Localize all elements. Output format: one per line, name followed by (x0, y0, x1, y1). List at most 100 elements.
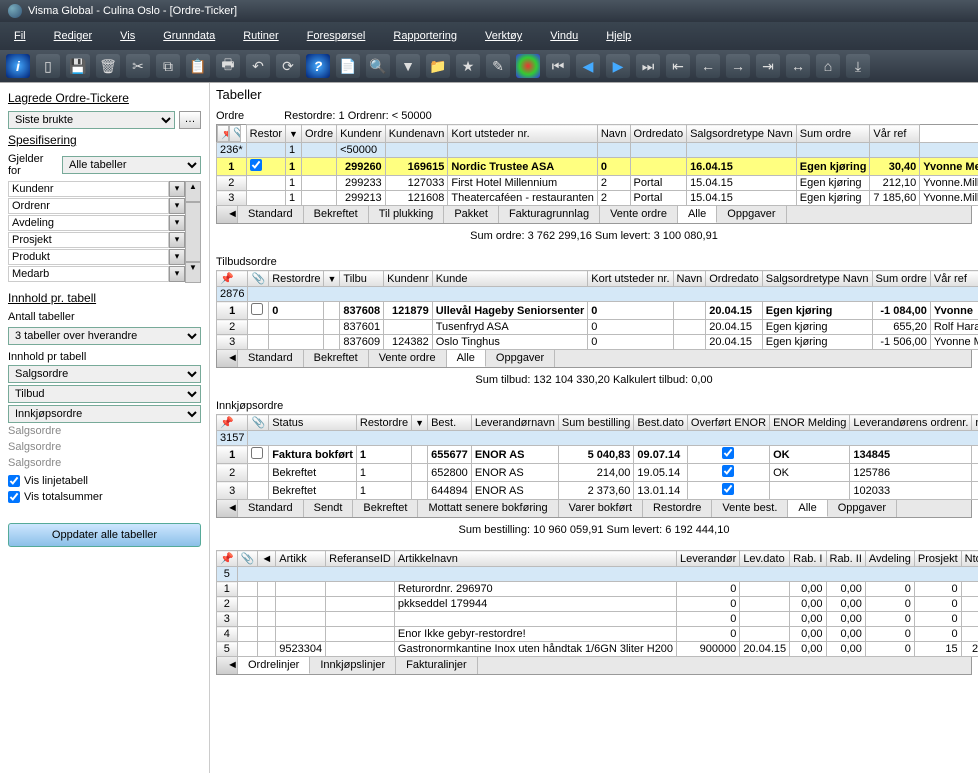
tab-fakturagrunnlag[interactable]: Fakturagrunnlag (499, 206, 600, 223)
sort-icon[interactable]: ▼ (286, 125, 302, 143)
tab-left-icon[interactable]: ◄ (217, 350, 238, 367)
menu-grunndata[interactable]: Grunndata (149, 26, 229, 46)
content-1[interactable]: Salgsordre (8, 365, 201, 383)
menu-foresporsel[interactable]: Forespørsel (293, 26, 380, 46)
scroll-down-icon[interactable]: ▼ (185, 262, 201, 283)
save-icon[interactable]: 💾 (66, 54, 90, 78)
menu-rapportering[interactable]: Rapportering (379, 26, 471, 46)
pin-icon[interactable]: 📌 (217, 271, 248, 287)
tab-restordre[interactable]: Restordre (643, 500, 712, 517)
tab-standard[interactable]: Standard (238, 350, 304, 367)
vis-total-check[interactable] (8, 491, 20, 503)
tab-plukking[interactable]: Til plukking (369, 206, 445, 223)
tab-bekreftet[interactable]: Bekreftet (304, 206, 369, 223)
tab-oppgaver[interactable]: Oppgaver (828, 500, 897, 517)
update-all-button[interactable]: Oppdater alle tabeller (8, 523, 201, 547)
row-check[interactable] (250, 159, 262, 171)
tab-varer[interactable]: Varer bokført (559, 500, 643, 517)
tab-vente[interactable]: Vente ordre (369, 350, 447, 367)
new-icon[interactable]: ▯ (36, 54, 60, 78)
next-icon[interactable]: ▶ (606, 54, 630, 78)
pin-icon[interactable]: 📌 (217, 125, 229, 142)
paste-icon[interactable]: 📋 (186, 54, 210, 78)
menu-rediger[interactable]: Rediger (40, 26, 107, 46)
tab-innkjopslinjer[interactable]: Innkjøpslinjer (310, 657, 396, 674)
gjelder-select[interactable]: Alle tabeller (62, 156, 201, 174)
field-ordrenr[interactable]: Ordrenr (8, 198, 169, 214)
menu-rutiner[interactable]: Rutiner (229, 26, 292, 46)
siste-brukte-select[interactable]: Siste brukte (8, 111, 175, 129)
pin-icon[interactable]: 📌 (217, 551, 238, 567)
filter-icon[interactable]: ▼ (396, 54, 420, 78)
copy-icon[interactable]: ⧉ (156, 54, 180, 78)
enor-check[interactable] (722, 483, 734, 495)
row-check[interactable] (251, 303, 263, 315)
nav4-icon[interactable]: ⇥ (756, 54, 780, 78)
menu-vis[interactable]: Vis (106, 26, 149, 46)
tab-alle[interactable]: Alle (447, 350, 486, 367)
tab-vente[interactable]: Vente ordre (600, 206, 678, 223)
ordre-table[interactable]: 📌📎 Restor▼ OrdreKundenr KundenavnKort ut… (216, 124, 978, 206)
tab-mottatt[interactable]: Mottatt senere bokføring (418, 500, 558, 517)
tab-left-icon[interactable]: ◄ (217, 206, 238, 223)
color-icon[interactable] (516, 54, 540, 78)
nav3-icon[interactable]: → (726, 54, 750, 78)
search-icon[interactable]: 🔍 (366, 54, 390, 78)
edit-icon[interactable]: ✎ (486, 54, 510, 78)
scroll-track[interactable] (185, 202, 201, 262)
menu-fil[interactable]: Fil (0, 26, 40, 46)
wand-icon[interactable]: ★ (456, 54, 480, 78)
dd-icon[interactable]: ▾ (169, 249, 185, 265)
undo-icon[interactable]: ↶ (246, 54, 270, 78)
vis-linje-check[interactable] (8, 475, 20, 487)
first-icon[interactable]: ⏮ (546, 54, 570, 78)
tab-fakturalinjer[interactable]: Fakturalinjer (396, 657, 478, 674)
linjer-table[interactable]: 📌📎◄ArtikkReferanseIDArtikkelnavnLeverand… (216, 550, 978, 657)
menu-verktoy[interactable]: Verktøy (471, 26, 536, 46)
dd-icon[interactable]: ▾ (169, 266, 185, 282)
tab-oppgaver[interactable]: Oppgaver (486, 350, 555, 367)
field-kundenr[interactable]: Kundenr (8, 181, 169, 197)
dd-icon[interactable]: ▾ (169, 181, 185, 197)
content-3[interactable]: Innkjøpsordre (8, 405, 201, 423)
tab-alle[interactable]: Alle (788, 500, 827, 517)
delete-icon[interactable]: 🗑 (96, 54, 120, 78)
tab-bekreftet[interactable]: Bekreftet (353, 500, 418, 517)
clip-icon[interactable]: 📎 (237, 551, 258, 567)
info-icon[interactable]: i (6, 54, 30, 78)
tab-vente[interactable]: Vente best. (712, 500, 788, 517)
dd-icon[interactable]: ▾ (169, 232, 185, 248)
field-avdeling[interactable]: Avdeling (8, 215, 169, 231)
nav5-icon[interactable]: ↔ (786, 54, 810, 78)
enor-check[interactable] (722, 447, 734, 459)
browse-button[interactable]: … (179, 111, 201, 129)
menu-hjelp[interactable]: Hjelp (592, 26, 645, 46)
tab-sendt[interactable]: Sendt (304, 500, 354, 517)
field-prosjekt[interactable]: Prosjekt (8, 232, 169, 248)
tab-pakket[interactable]: Pakket (444, 206, 499, 223)
enor-check[interactable] (722, 465, 734, 477)
menu-vindu[interactable]: Vindu (536, 26, 592, 46)
tab-standard[interactable]: Standard (238, 206, 304, 223)
clip-icon[interactable]: 📎 (248, 415, 269, 431)
last-icon[interactable]: ⏭ (636, 54, 660, 78)
field-medarb[interactable]: Medarb (8, 266, 169, 282)
nav1-icon[interactable]: ⇤ (666, 54, 690, 78)
tab-left-icon[interactable]: ◄ (217, 500, 238, 517)
folder-icon[interactable]: 📁 (426, 54, 450, 78)
tab-oppgaver[interactable]: Oppgaver (717, 206, 786, 223)
scroll-up-icon[interactable]: ▲ (185, 181, 201, 202)
tab-ordrelinjer[interactable]: Ordrelinjer (238, 657, 310, 674)
pin-icon[interactable]: 📌 (217, 415, 248, 431)
tab-bekreftet[interactable]: Bekreftet (304, 350, 369, 367)
sort-icon[interactable]: ▼ (412, 415, 428, 431)
home-icon[interactable]: ⌂ (816, 54, 840, 78)
prev-icon[interactable]: ◀ (576, 54, 600, 78)
sort-icon[interactable]: ◄ (258, 551, 276, 567)
tab-standard[interactable]: Standard (238, 500, 304, 517)
row-check[interactable] (251, 447, 263, 459)
clip-icon[interactable]: 📎 (229, 125, 241, 142)
print-icon[interactable]: 🖶 (216, 54, 240, 78)
innkjop-table[interactable]: 📌📎StatusRestordre▼Best.LeverandørnavnSum… (216, 414, 978, 500)
sort-icon[interactable]: ▼ (324, 271, 340, 287)
